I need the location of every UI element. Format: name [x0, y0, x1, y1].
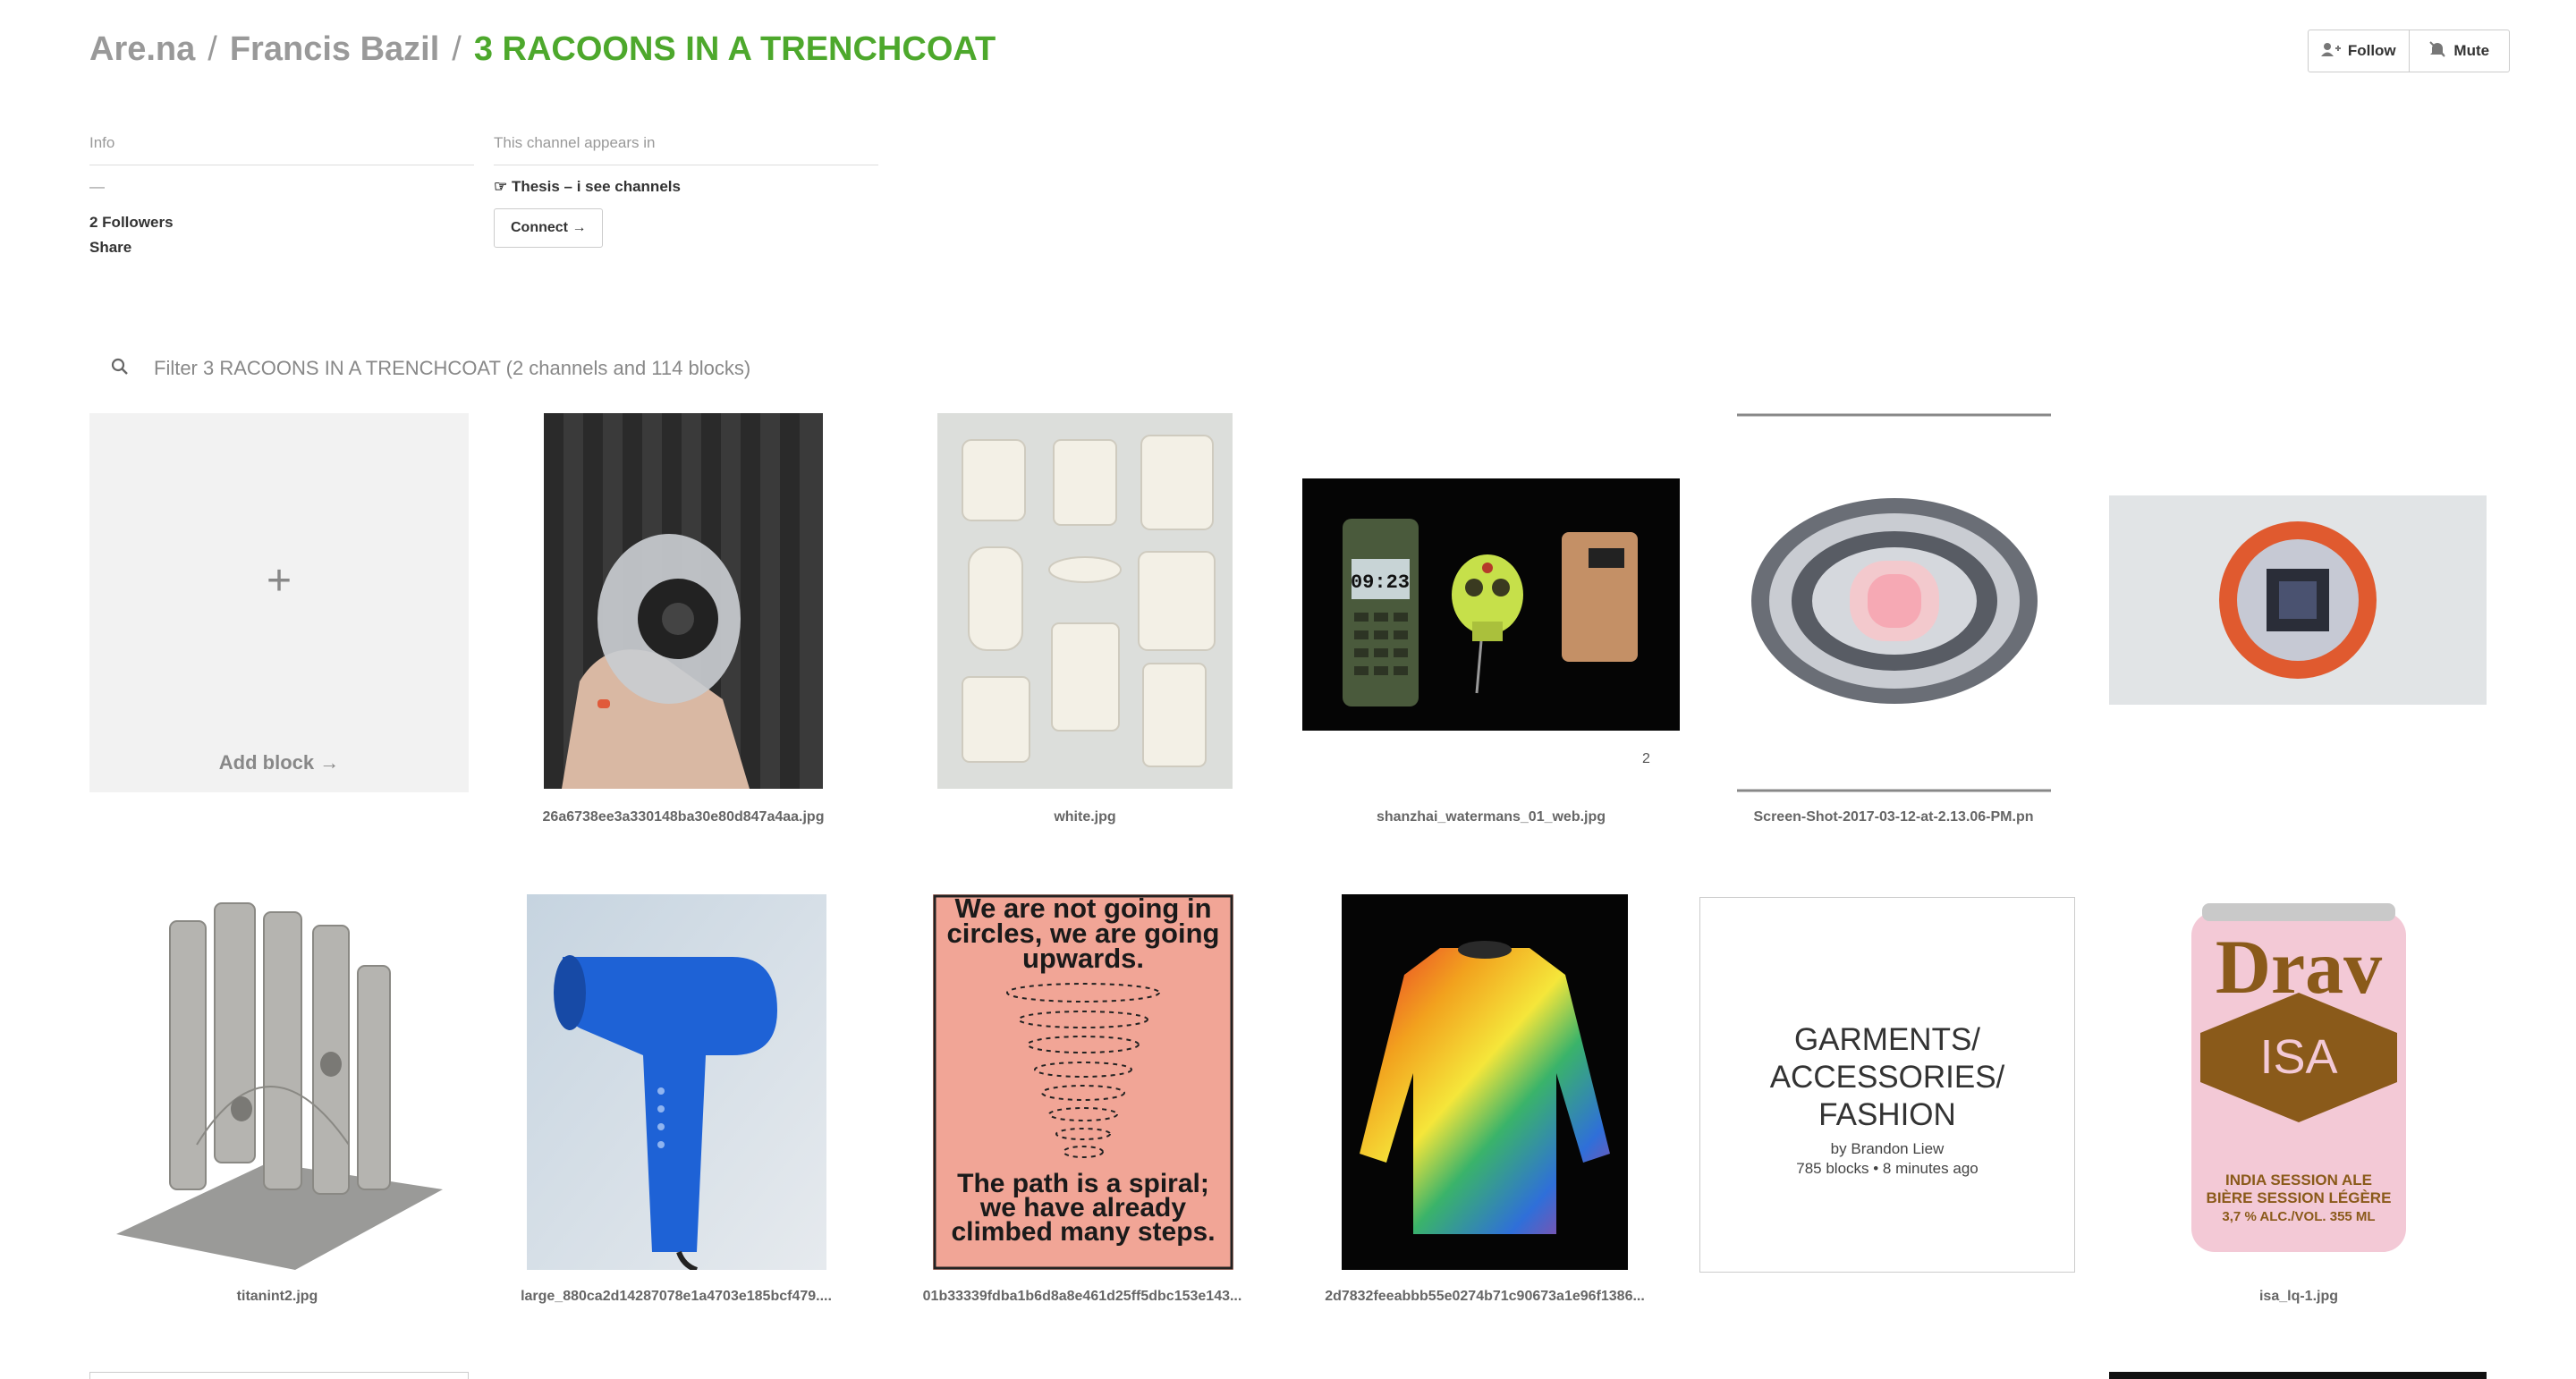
block-caption: isa_lq-1.jpg	[2258, 1289, 2339, 1304]
info-heading: Info	[89, 134, 474, 165]
can-sub3: 3,7 % ALC./VOL. 355 ML	[2222, 1209, 2375, 1224]
channel-block-meta: by Brandon Liew 785 blocks • 8 minutes a…	[1700, 1139, 2074, 1179]
breadcrumb-separator: /	[452, 30, 462, 68]
block-image[interactable]	[544, 413, 823, 789]
breadcrumb-root-link[interactable]: Are.na	[89, 30, 195, 69]
connect-button[interactable]: Connect →	[494, 208, 604, 248]
block-caption: 2d7832feeabbb55e0274b71c90673a1e96f1386.…	[1325, 1289, 1645, 1304]
block-connection-count: 2	[1642, 751, 1650, 766]
block-image[interactable]	[1342, 894, 1628, 1270]
beer-can-image: Drav ISA INDIA SESSION ALE BIÈRE SESSION…	[2165, 894, 2433, 1270]
share-link[interactable]: Share	[89, 239, 474, 257]
poster-bottom-text: The path is a spiral; we have already cl…	[951, 1172, 1216, 1247]
block-image[interactable]	[2109, 495, 2487, 705]
add-block-label: Add block →	[218, 751, 340, 774]
block-image[interactable]	[527, 894, 826, 1270]
appears-in-heading: This channel appears in	[494, 134, 878, 165]
filter-input[interactable]	[152, 356, 1318, 381]
follow-button[interactable]: Follow	[2309, 30, 2409, 72]
block-image[interactable]: Drav ISA INDIA SESSION ALE BIÈRE SESSION…	[2165, 894, 2433, 1270]
follow-label: Follow	[2347, 42, 2396, 59]
channel-block[interactable]: GARMENTS/ ACCESSORIES/ FASHION by Brando…	[1699, 897, 2075, 1273]
can-sub2: BIÈRE SESSION LÉGÈRE	[2207, 1189, 2392, 1206]
channel-title[interactable]: 3 RACOONS IN A TRENCHCOAT	[474, 30, 996, 69]
phone-time: 09:23	[1351, 571, 1410, 594]
block-next-row[interactable]	[2109, 1372, 2487, 1379]
add-user-icon	[2320, 42, 2341, 61]
block-next-row[interactable]	[89, 1372, 469, 1379]
chip-object-image	[2109, 495, 2487, 705]
breadcrumb: Are.na / Francis Bazil / 3 RACOONS IN A …	[89, 27, 996, 72]
appears-in-section: This channel appears in ☞ Thesis – i see…	[494, 134, 878, 248]
followers-link[interactable]: 2 Followers	[89, 214, 474, 232]
remote-image	[544, 413, 823, 789]
block-caption: Screen-Shot-2017-03-12-at-2.13.06-PM.pn	[1753, 809, 2034, 825]
block-image[interactable]	[1735, 413, 2053, 792]
clothing-flatlay-image	[937, 413, 1233, 789]
spiral-poster-image: We are not going in circles, we are goin…	[933, 894, 1233, 1270]
block-image[interactable]	[937, 413, 1233, 789]
breadcrumb-separator: /	[208, 30, 217, 68]
can-label: ISA	[2259, 1030, 2337, 1084]
block-image[interactable]	[89, 894, 469, 1273]
channel-block-title: GARMENTS/ ACCESSORIES/ FASHION	[1718, 1021, 2056, 1134]
can-sub1: INDIA SESSION ALE	[2225, 1172, 2372, 1189]
info-section: Info — 2 Followers Share	[89, 134, 474, 257]
filter-bar	[89, 351, 1342, 386]
hair-dryer-image	[527, 894, 826, 1270]
connected-channel-link[interactable]: ☞ Thesis – i see channels	[494, 178, 878, 196]
channel-block-title-line: FASHION	[1818, 1097, 1956, 1132]
plus-icon: +	[266, 557, 292, 605]
shanzhai-phones-image: 09:23	[1302, 478, 1680, 731]
block-image[interactable]: 09:23	[1302, 478, 1680, 731]
heatsink-image	[1735, 413, 2053, 792]
mute-label: Mute	[2453, 42, 2490, 59]
channel-block-stats: 785 blocks • 8 minutes ago	[1796, 1160, 1979, 1177]
channel-block-author: by Brandon Liew	[1830, 1140, 1945, 1157]
block-caption: titanint2.jpg	[236, 1289, 318, 1304]
mute-button[interactable]: Mute	[2408, 30, 2510, 72]
block-caption: shanzhai_watermans_01_web.jpg	[1376, 809, 1606, 825]
block-caption: 26a6738ee3a330148ba30e80d847a4aa.jpg	[542, 809, 825, 825]
block-caption: large_880ca2d14287078e1a4703e185bcf479..…	[521, 1289, 832, 1304]
block-caption: 01b33339fdba1b6d8a8e461d25ff5dbc153e143.…	[922, 1289, 1242, 1304]
channel-description: —	[89, 178, 105, 195]
tie-dye-shirt-image	[1342, 894, 1628, 1270]
titanium-part-image	[89, 894, 469, 1273]
poster-top-text: We are not going in circles, we are goin…	[946, 896, 1220, 974]
block-caption: white.jpg	[1054, 809, 1116, 825]
breadcrumb-user-link[interactable]: Francis Bazil	[230, 30, 439, 69]
mute-icon	[2428, 40, 2446, 62]
search-icon	[111, 358, 129, 380]
channel-block-title-line: GARMENTS/	[1793, 1022, 1981, 1057]
channel-block-title-line: ACCESSORIES/	[1769, 1060, 2005, 1095]
header-button-group: Follow Mute	[2308, 30, 2510, 72]
block-image[interactable]: We are not going in circles, we are goin…	[933, 894, 1233, 1270]
add-block-button[interactable]: + Add block →	[89, 413, 469, 792]
